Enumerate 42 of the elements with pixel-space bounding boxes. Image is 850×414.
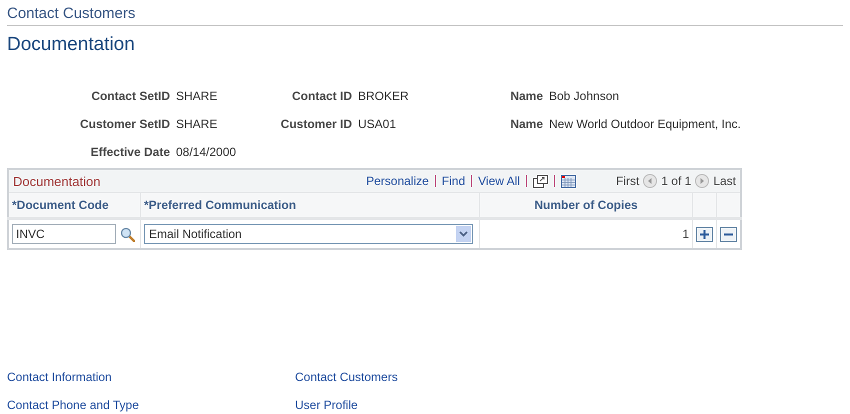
column-header: *Preferred Communication bbox=[140, 192, 480, 218]
spreadsheet-icon[interactable] bbox=[560, 174, 576, 188]
next-icon[interactable] bbox=[695, 174, 710, 188]
field-label: Customer SetID bbox=[78, 117, 170, 131]
field-value: 08/14/2000 bbox=[176, 145, 238, 159]
previous-icon[interactable] bbox=[643, 174, 658, 188]
field-value: USA01 bbox=[358, 117, 398, 131]
footer-link[interactable]: Contact Information bbox=[7, 370, 112, 384]
grid-title: Documentation bbox=[13, 174, 100, 188]
page-count: 1 of 1 bbox=[661, 174, 692, 188]
plus-icon bbox=[699, 228, 710, 240]
grid-link[interactable]: View All bbox=[478, 174, 520, 188]
field-value: New World Outdoor Equipment, Inc. bbox=[549, 117, 742, 131]
document-code-field[interactable]: INVC bbox=[12, 224, 116, 244]
field-label: Name bbox=[509, 89, 543, 103]
grid-link[interactable]: Find bbox=[442, 174, 466, 188]
chevron-down-icon bbox=[456, 226, 471, 242]
grid-link[interactable]: Personalize bbox=[366, 174, 429, 188]
field-label: Effective Date bbox=[90, 145, 170, 159]
copies-value: 1 bbox=[682, 227, 689, 241]
new-window-icon[interactable] bbox=[532, 174, 548, 188]
column-header: Number of Copies bbox=[480, 192, 692, 218]
column-header: *Document Code bbox=[8, 192, 140, 218]
footer-link[interactable]: User Profile bbox=[295, 398, 358, 412]
breadcrumb: Contact Customers bbox=[7, 5, 843, 26]
communication-dropdown[interactable]: Email Notification bbox=[144, 224, 473, 244]
field-label: Name bbox=[509, 117, 543, 131]
field-value: SHARE bbox=[176, 117, 218, 131]
pager-label: First bbox=[616, 174, 640, 188]
field-value: Bob Johnson bbox=[549, 89, 620, 103]
pager-label: Last bbox=[713, 174, 736, 188]
add-row-button[interactable] bbox=[696, 226, 713, 242]
field-value: BROKER bbox=[358, 89, 410, 103]
delete-row-button[interactable] bbox=[720, 226, 737, 242]
footer-link[interactable]: Contact Phone and Type bbox=[7, 398, 139, 412]
field-value: SHARE bbox=[176, 89, 218, 103]
footer-link[interactable]: Contact Customers bbox=[295, 370, 398, 384]
field-label: Contact SetID bbox=[90, 89, 170, 103]
field-label: Contact ID bbox=[291, 89, 352, 103]
page-title: Documentation bbox=[7, 34, 136, 56]
field-label: Customer ID bbox=[280, 117, 352, 131]
search-icon[interactable] bbox=[120, 226, 135, 242]
